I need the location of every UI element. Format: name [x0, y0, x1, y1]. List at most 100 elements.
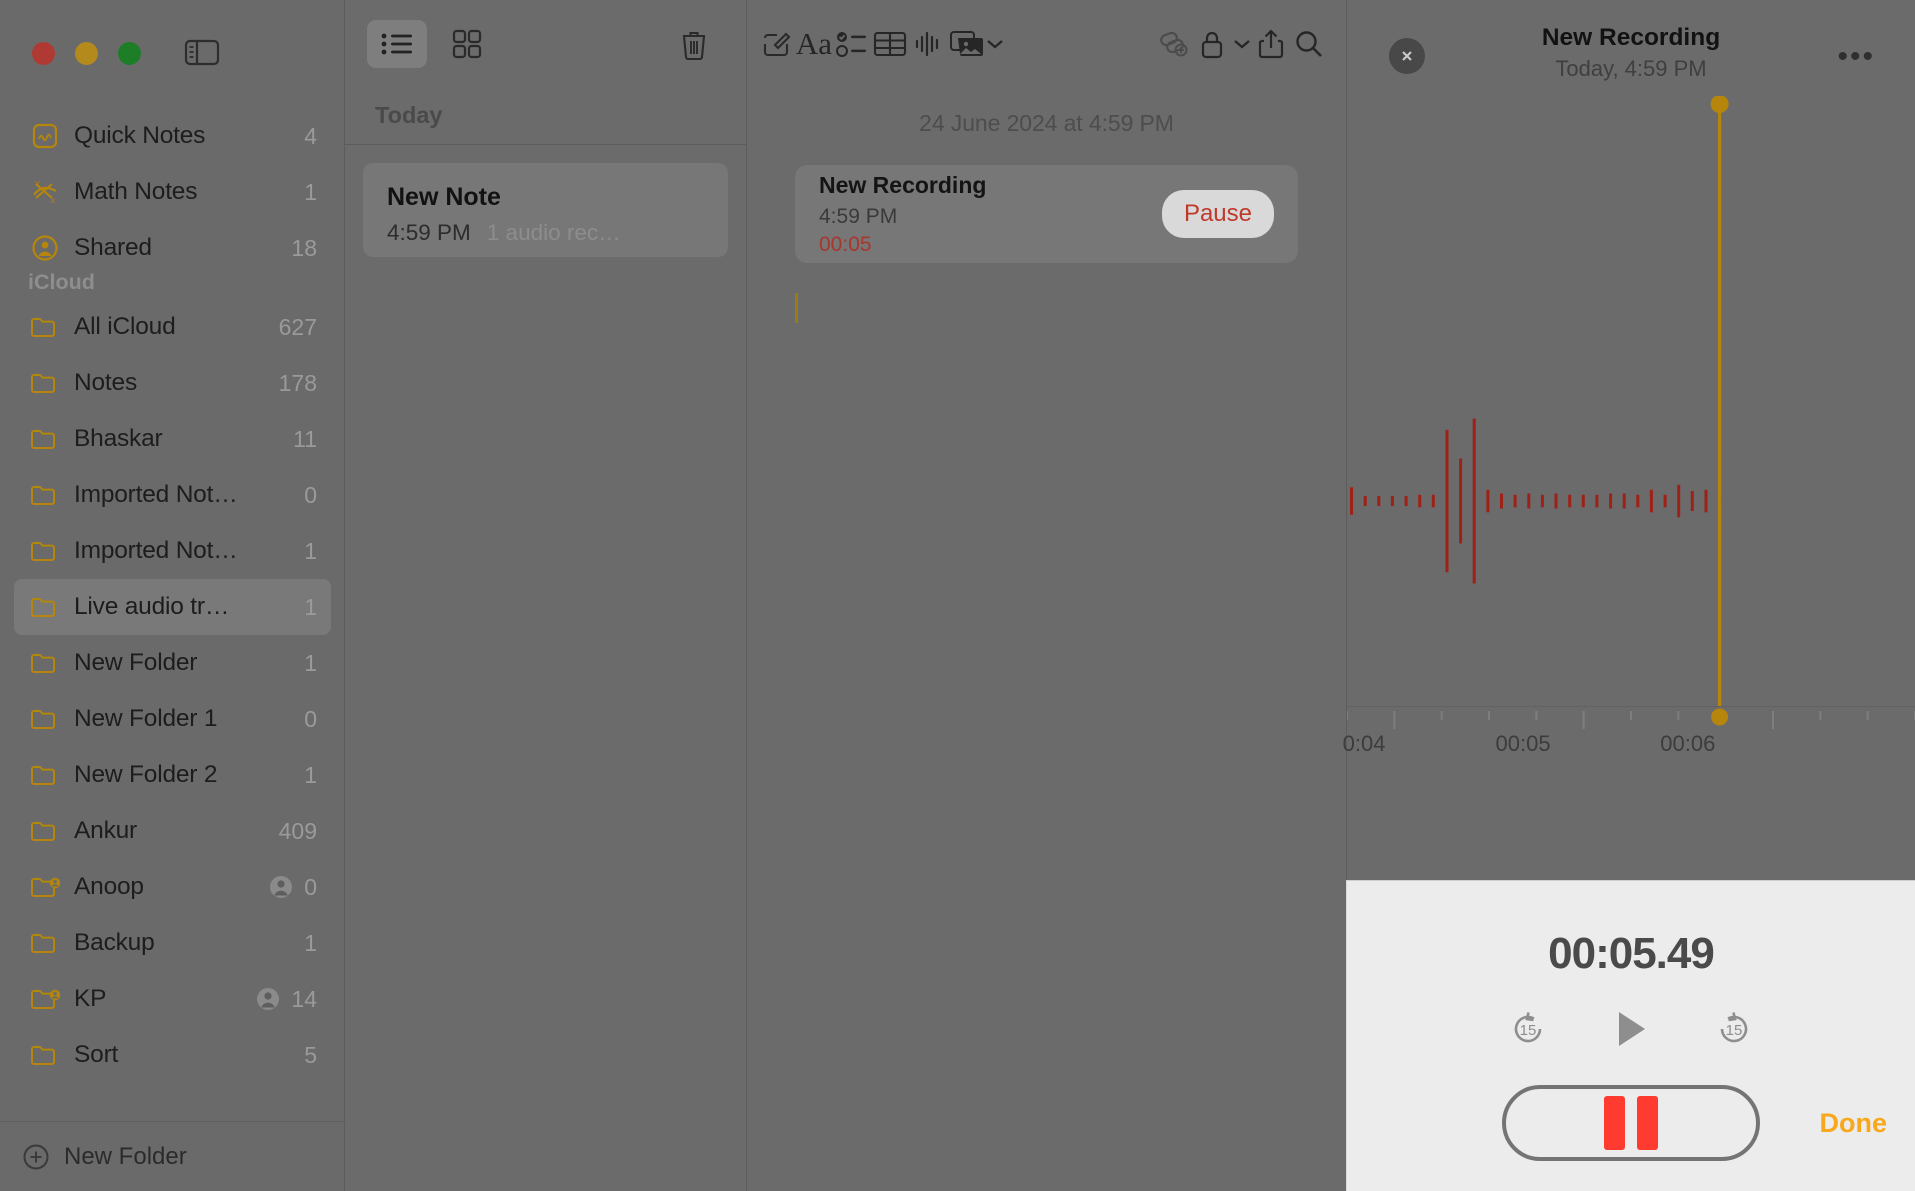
recording-pause-button[interactable]: Pause — [1161, 190, 1274, 238]
sidebar-item-count: 1 — [304, 929, 317, 956]
new-folder-button[interactable]: New Folder — [0, 1121, 345, 1191]
sidebar-item-label: Live audio tr… — [74, 593, 230, 620]
sidebar-item-all-icloud[interactable]: All iCloud 627 — [14, 299, 331, 355]
sidebar-item-quick-notes[interactable]: Quick Notes 4 — [14, 108, 331, 164]
text-cursor — [795, 293, 798, 323]
pause-bar-left — [1604, 1096, 1625, 1150]
skip-forward-15-icon[interactable]: 15 — [1711, 1006, 1757, 1057]
playback-bottom-row: Done — [1347, 1085, 1915, 1161]
more-options-icon[interactable]: ••• — [1837, 42, 1875, 72]
link-add-icon[interactable] — [1155, 16, 1193, 72]
sidebar-item-new-folder-1[interactable]: New Folder 1 0 — [14, 691, 331, 747]
done-button[interactable]: Done — [1820, 1108, 1888, 1139]
sidebar-item-count: 1 — [304, 761, 317, 788]
folder-icon — [28, 312, 62, 342]
sidebar-item-math-notes[interactable]: Yx Math Notes 1 — [14, 164, 331, 220]
person-badge-icon — [257, 988, 280, 1010]
playback-transport-controls: 15 15 — [1347, 1003, 1915, 1059]
plus-circle-icon — [23, 1144, 49, 1169]
sidebar-item-count: 14 — [291, 985, 317, 1012]
recording-panel-title: New Recording — [1541, 24, 1721, 51]
sidebar-item-count: 0 — [304, 705, 317, 732]
sidebar-item-label: Imported Not… — [74, 481, 238, 508]
pause-bar-right — [1637, 1096, 1658, 1150]
sidebar-folder-list: All iCloud 627 Notes 178 Bhaskar 11 Importe… — [0, 299, 345, 1083]
table-icon[interactable] — [871, 16, 909, 72]
folder-icon — [28, 648, 62, 678]
media-icon[interactable] — [947, 16, 985, 72]
person-badge-icon — [270, 876, 293, 898]
recording-panel-header: New Recording Today, 4:59 PM ••• — [1347, 0, 1915, 96]
folder-icon — [28, 424, 62, 454]
sidebar-item-count: 0 — [304, 873, 317, 900]
playback-control-panel: 00:05.49 15 15 Done — [1346, 880, 1915, 1191]
note-date-line: 24 June 2024 at 4:59 PM — [919, 110, 1174, 136]
folder-icon — [28, 1040, 62, 1070]
sidebar-item-ankur[interactable]: Ankur 409 — [14, 803, 331, 859]
minimize-window-button[interactable] — [75, 42, 98, 65]
folder-icon — [28, 592, 62, 622]
sidebar-item-bhaskar[interactable]: Bhaskar 11 — [14, 411, 331, 467]
sidebar-item-new-folder-2[interactable]: New Folder 2 1 — [14, 747, 331, 803]
play-icon[interactable] — [1609, 1006, 1653, 1057]
gallery-view-icon[interactable] — [437, 20, 497, 68]
lock-chevron-icon[interactable] — [1231, 16, 1252, 72]
sidebar-item-kp[interactable]: KP 14 — [14, 971, 331, 1027]
recording-panel-subtitle: Today, 4:59 PM — [1555, 56, 1707, 81]
sidebar-item-notes[interactable]: Notes 178 — [14, 355, 331, 411]
sidebar-item-imported-not[interactable]: Imported Not… 0 — [14, 467, 331, 523]
shared-folder-icon — [28, 872, 62, 902]
recording-info: New Recording 4:59 PM 00:05 — [819, 172, 1162, 257]
sidebar-item-live-audio-tr[interactable]: Live audio tr… 1 — [14, 579, 331, 635]
sidebar-toggle-icon[interactable] — [183, 36, 221, 68]
sidebar-item-label: New Folder 1 — [74, 705, 218, 732]
sidebar-item-count: 1 — [304, 537, 317, 564]
shared-person-icon — [255, 986, 281, 1012]
sidebar-item-anoop[interactable]: Anoop 0 — [14, 859, 331, 915]
sidebar-item-label: New Folder 2 — [74, 761, 218, 788]
shared-folder-icon — [28, 984, 62, 1014]
sidebar-item-label: KP — [74, 985, 107, 1012]
list-view-icon[interactable] — [367, 20, 427, 68]
audio-waveform-icon[interactable] — [909, 16, 947, 72]
editor-toolbar: Aa — [747, 0, 1346, 88]
sidebar-item-label: Sort — [74, 1041, 119, 1068]
media-chevron-icon[interactable] — [985, 16, 1006, 72]
sidebar-item-count: 4 — [304, 122, 317, 149]
note-list-item[interactable]: New Note 4:59 PM 1 audio rec… — [363, 163, 728, 257]
waveform-time-axis: 0:04 00:05 00:06 — [1343, 706, 1915, 776]
sidebar-item-count: 1 — [304, 178, 317, 205]
sidebar-item-sort[interactable]: Sort 5 — [14, 1027, 331, 1083]
audio-recording-card[interactable]: New Recording 4:59 PM 00:05 Pause — [795, 165, 1298, 263]
time-axis-label: 00:06 — [1660, 731, 1716, 756]
close-icon[interactable] — [1389, 38, 1425, 74]
math-notes-icon: Yx — [28, 177, 62, 207]
sidebar-section-header: iCloud — [28, 270, 95, 294]
traffic-light-buttons — [32, 42, 141, 65]
sidebar-item-label: Math Notes — [74, 178, 198, 205]
sidebar-item-imported-not[interactable]: Imported Not… 1 — [14, 523, 331, 579]
share-icon[interactable] — [1252, 16, 1290, 72]
compose-icon[interactable] — [757, 16, 795, 72]
format-icon[interactable]: Aa — [795, 16, 833, 72]
sidebar-item-label: Anoop — [74, 873, 144, 900]
checklist-icon[interactable] — [833, 16, 871, 72]
waveform-chart[interactable] — [1347, 96, 1915, 706]
folder-icon — [28, 536, 62, 566]
playback-timer: 00:05.49 — [1548, 929, 1715, 978]
close-window-button[interactable] — [32, 42, 55, 65]
time-axis-label: 0:04 — [1342, 731, 1386, 756]
sidebar-item-count: 1 — [304, 649, 317, 676]
sidebar-item-new-folder[interactable]: New Folder 1 — [14, 635, 331, 691]
trash-icon[interactable] — [664, 20, 724, 68]
lock-icon[interactable] — [1193, 16, 1231, 72]
zoom-window-button[interactable] — [118, 42, 141, 65]
note-list-items: New Note 4:59 PM 1 audio rec… — [345, 163, 746, 257]
pause-recording-button[interactable] — [1502, 1085, 1760, 1161]
folder-icon — [28, 816, 62, 846]
sidebar-item-count: 5 — [304, 1041, 317, 1068]
sidebar-item-label: Imported Not… — [74, 537, 238, 564]
sidebar-item-backup[interactable]: Backup 1 — [14, 915, 331, 971]
skip-back-15-icon[interactable]: 15 — [1505, 1006, 1551, 1057]
search-icon[interactable] — [1290, 16, 1328, 72]
